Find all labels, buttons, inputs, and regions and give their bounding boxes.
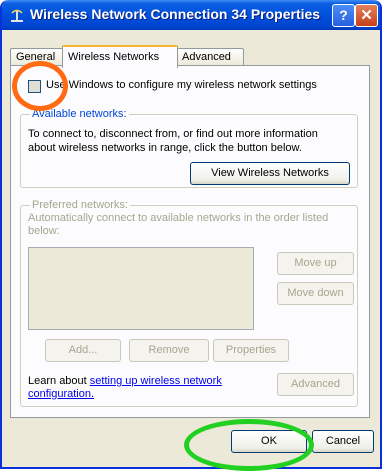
tab-advanced[interactable]: Advanced <box>176 48 244 66</box>
add-button[interactable]: Add... <box>45 339 121 362</box>
checkbox-highlight-annotation <box>12 61 68 111</box>
preferred-networks-legend: Preferred networks: <box>30 199 130 211</box>
cancel-button[interactable]: Cancel <box>312 430 374 453</box>
preferred-networks-list[interactable] <box>28 247 254 330</box>
available-networks-description-line1: To connect to, disconnect from, or find … <box>28 128 318 140</box>
window-title: Wireless Network Connection 34 Propertie… <box>30 6 321 22</box>
network-connection-icon <box>11 9 23 22</box>
title-bar[interactable]: Wireless Network Connection 34 Propertie… <box>2 0 380 30</box>
properties-button[interactable]: Properties <box>213 339 289 362</box>
preferred-networks-description-line1: Automatically connect to available netwo… <box>28 212 329 224</box>
preferred-networks-description-line2: below: <box>28 225 60 237</box>
move-up-button[interactable]: Move up <box>277 252 354 275</box>
available-networks-description-line2: about wireless networks in range, click … <box>28 142 302 154</box>
help-button[interactable]: ? <box>332 4 355 27</box>
advanced-button[interactable]: Advanced <box>277 373 354 396</box>
tab-wireless-networks[interactable]: Wireless Networks <box>62 45 178 68</box>
close-button[interactable]: ✕ <box>355 4 378 27</box>
ok-button-highlight-annotation <box>184 419 314 471</box>
move-down-button[interactable]: Move down <box>277 282 354 305</box>
learn-about-prefix: Learn about <box>28 375 90 387</box>
learn-about-text: Learn about setting up wireless network <box>28 375 222 387</box>
wireless-networks-panel: Use Windows to configure my wireless net… <box>10 65 370 418</box>
setup-wireless-link[interactable]: setting up wireless network <box>90 375 222 387</box>
remove-button[interactable]: Remove <box>129 339 209 362</box>
view-wireless-networks-button[interactable]: View Wireless Networks <box>190 162 350 185</box>
use-windows-label: Use Windows to configure my wireless net… <box>46 79 317 91</box>
setup-wireless-link-continued[interactable]: configuration. <box>28 388 94 400</box>
